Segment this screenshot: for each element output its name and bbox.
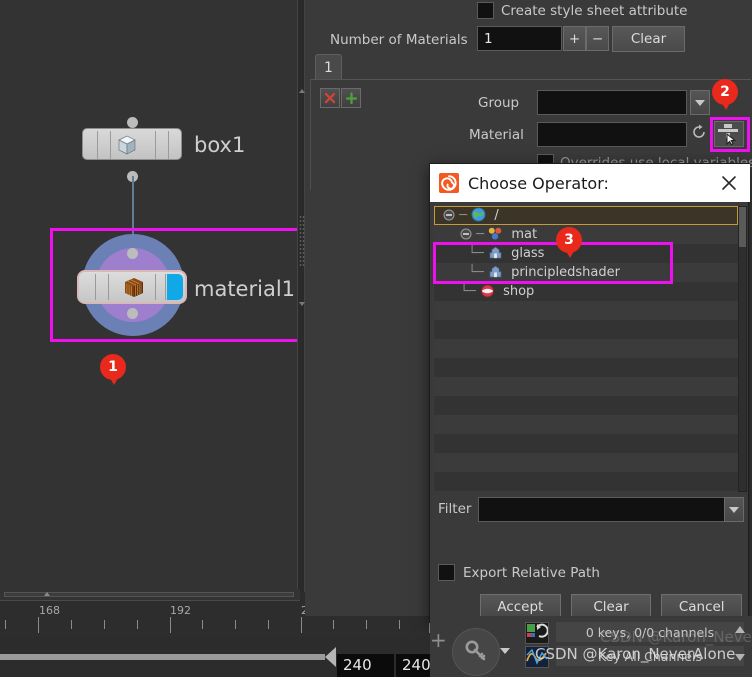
tree-empty-row [434, 472, 738, 491]
tree-item-label: / [494, 208, 499, 223]
annotation-badge-1: 1 [100, 354, 126, 385]
group-field[interactable] [537, 90, 687, 115]
tree-empty-row [434, 339, 738, 358]
key-options-dropdown[interactable] [495, 640, 515, 662]
export-relative-path-checkbox[interactable] [438, 564, 455, 581]
network-icon [489, 227, 502, 240]
group-label: Group [478, 95, 520, 111]
choose-operator-dialog: Choose Operator: ─ / ─ mat └─ glass └─ p… [429, 163, 750, 623]
key-icon [465, 640, 486, 661]
plus-icon [345, 91, 357, 104]
watermark-faint: CSDN @Karon_NeverAlone [600, 628, 752, 646]
tree-empty-row [434, 491, 738, 492]
chevron-down-icon [500, 648, 510, 654]
add-material-button[interactable] [341, 88, 361, 108]
shop-icon [481, 284, 494, 298]
chevron-down-icon [695, 99, 705, 106]
tree-item-label: shop [503, 284, 535, 299]
collapse-toggle-icon[interactable] [460, 228, 472, 240]
panel-splitter[interactable] [297, 0, 305, 592]
key-all-channels-field[interactable]: Key All Channels [555, 645, 745, 667]
timeline-tick-label: 168 [39, 604, 60, 617]
remove-material-button[interactable] [320, 88, 340, 108]
timeline-playhead[interactable] [325, 647, 336, 667]
number-of-materials-label: Number of Materials [330, 32, 468, 48]
x-icon [324, 92, 336, 104]
channel-list-icon[interactable] [525, 622, 549, 644]
tree-empty-row [434, 301, 738, 320]
current-frame-field[interactable]: 240 [337, 654, 394, 677]
reload-icon[interactable] [690, 123, 708, 141]
create-style-sheet-checkbox[interactable] [477, 2, 494, 19]
tree-item-shop[interactable]: └─ shop [434, 282, 738, 301]
collapse-toggle-icon[interactable] [443, 209, 455, 221]
annotation-badge-2: 2 [712, 79, 738, 110]
animation-curve-icon[interactable] [525, 646, 549, 668]
highlight-material-node [50, 228, 307, 342]
box1-input-port[interactable] [127, 117, 138, 128]
group-dropdown-button[interactable] [690, 90, 710, 115]
annotation-badge-3: 3 [556, 227, 582, 258]
tree-item-label: mat [511, 227, 538, 242]
material-field[interactable] [537, 122, 687, 147]
material-label: Material [469, 127, 524, 143]
dialog-title: Choose Operator: [468, 173, 609, 193]
network-horizontal-scrollbar[interactable] [0, 589, 300, 601]
clear-materials-button[interactable]: Clear [612, 26, 685, 52]
tree-vertical-scrollbar[interactable] [738, 206, 747, 492]
number-of-materials-field[interactable]: 1 [477, 26, 562, 51]
timeline-slider-track[interactable] [0, 654, 325, 660]
tree-empty-row [434, 377, 738, 396]
tree-empty-row [434, 396, 738, 415]
tree-empty-row [434, 434, 738, 453]
tree-item-root[interactable]: ─ / [434, 206, 738, 225]
filter-dropdown-button[interactable] [724, 497, 744, 522]
highlight-shader-entries [433, 242, 673, 284]
decrement-materials-button[interactable]: − [586, 26, 609, 51]
material-tabstrip[interactable]: 1 [310, 54, 752, 80]
tree-empty-row [434, 453, 738, 472]
tree-empty-row [434, 320, 738, 339]
network-editor-panel[interactable]: box1 material1 1 [0, 0, 307, 592]
tree-empty-row [434, 415, 738, 434]
filter-input[interactable] [478, 497, 726, 522]
node-box1[interactable] [82, 128, 182, 160]
set-key-button[interactable] [452, 628, 500, 676]
number-of-materials-value: 1 [484, 31, 493, 47]
animation-bar: + 0 keys, 0/0 channels Key All Channels [430, 616, 752, 677]
cube-icon [118, 135, 136, 155]
filter-row: Filter [434, 497, 746, 522]
key-all-channels-down-arrow[interactable] [735, 654, 745, 661]
highlight-choose-operator-button [710, 117, 750, 152]
filter-label: Filter [438, 501, 472, 517]
globe-icon [471, 207, 486, 222]
increment-materials-button[interactable]: + [563, 26, 586, 51]
dialog-titlebar[interactable]: Choose Operator: [430, 164, 750, 202]
tree-empty-row [434, 358, 738, 377]
houdini-logo-icon [439, 173, 459, 193]
export-relative-path-label: Export Relative Path [463, 565, 600, 581]
close-icon[interactable] [720, 174, 738, 192]
plus-icon[interactable]: + [430, 628, 447, 652]
node-box1-label: box1 [194, 133, 246, 157]
create-style-sheet-label: Create style sheet attribute [501, 3, 688, 19]
tab-material-1[interactable]: 1 [315, 54, 342, 80]
timeline-tick-label: 192 [170, 604, 191, 617]
app-root: box1 material1 1 168 192 240 240 Create … [0, 0, 752, 677]
chevron-down-icon [729, 506, 739, 513]
